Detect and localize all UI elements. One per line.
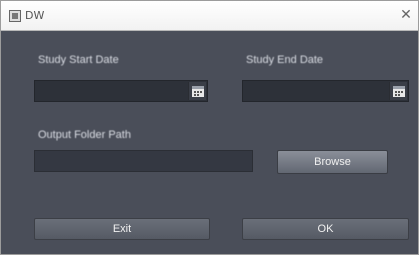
calendar-icon bbox=[393, 86, 405, 97]
start-date-field[interactable] bbox=[34, 80, 208, 102]
end-date-field[interactable] bbox=[242, 80, 409, 102]
end-date-calendar-button[interactable] bbox=[389, 82, 407, 100]
dialog-body: Study Start Date Study End Date Output F… bbox=[1, 32, 418, 254]
start-date-calendar-button[interactable] bbox=[188, 82, 206, 100]
calendar-icon bbox=[192, 86, 204, 97]
title-bar: DW ✕ bbox=[1, 1, 418, 31]
close-button[interactable]: ✕ bbox=[398, 7, 414, 23]
ok-button[interactable]: OK bbox=[242, 218, 409, 240]
start-date-label: Study Start Date bbox=[38, 54, 119, 66]
output-folder-label: Output Folder Path bbox=[38, 129, 131, 141]
app-icon bbox=[9, 10, 21, 22]
end-date-label: Study End Date bbox=[246, 54, 324, 66]
cancel-button[interactable]: Exit bbox=[34, 218, 210, 240]
output-folder-input[interactable] bbox=[34, 150, 253, 172]
window-title: DW bbox=[25, 9, 45, 22]
browse-button[interactable]: Browse bbox=[277, 150, 388, 174]
dialog-window: DW ✕ Study Start Date Study End Date Out… bbox=[0, 0, 419, 255]
